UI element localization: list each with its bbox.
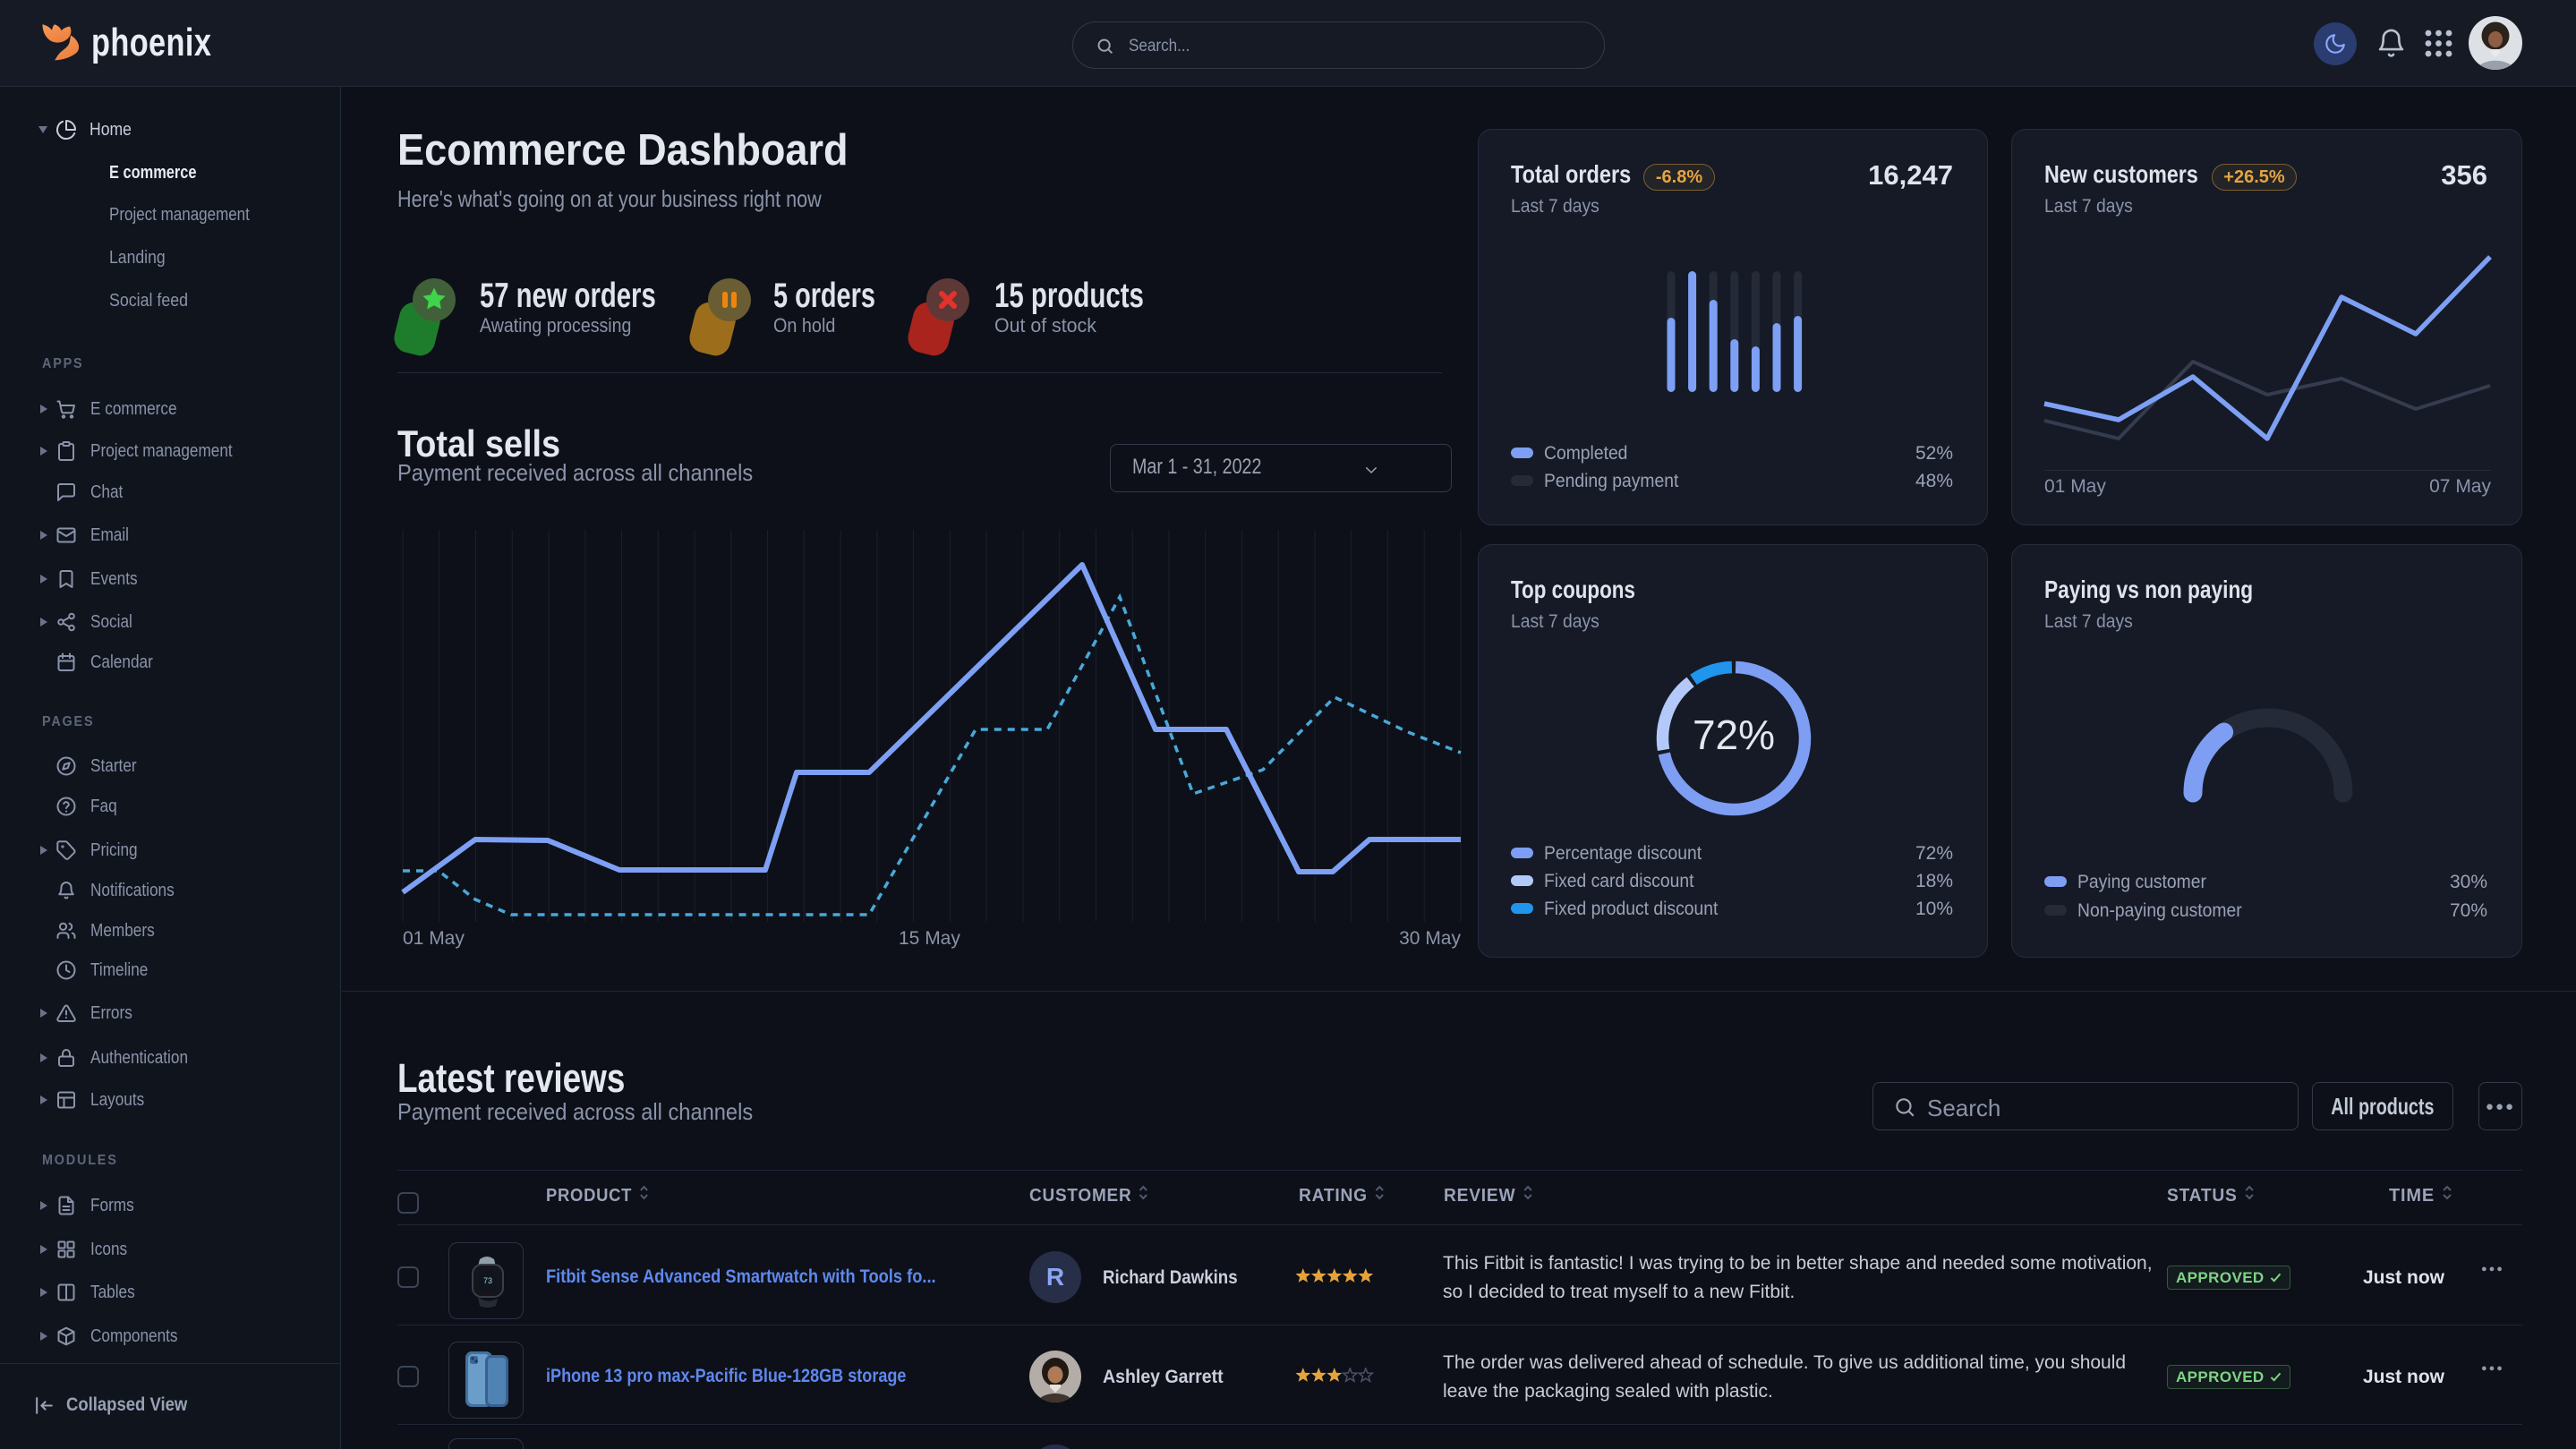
svg-text:73: 73 bbox=[483, 1276, 492, 1285]
